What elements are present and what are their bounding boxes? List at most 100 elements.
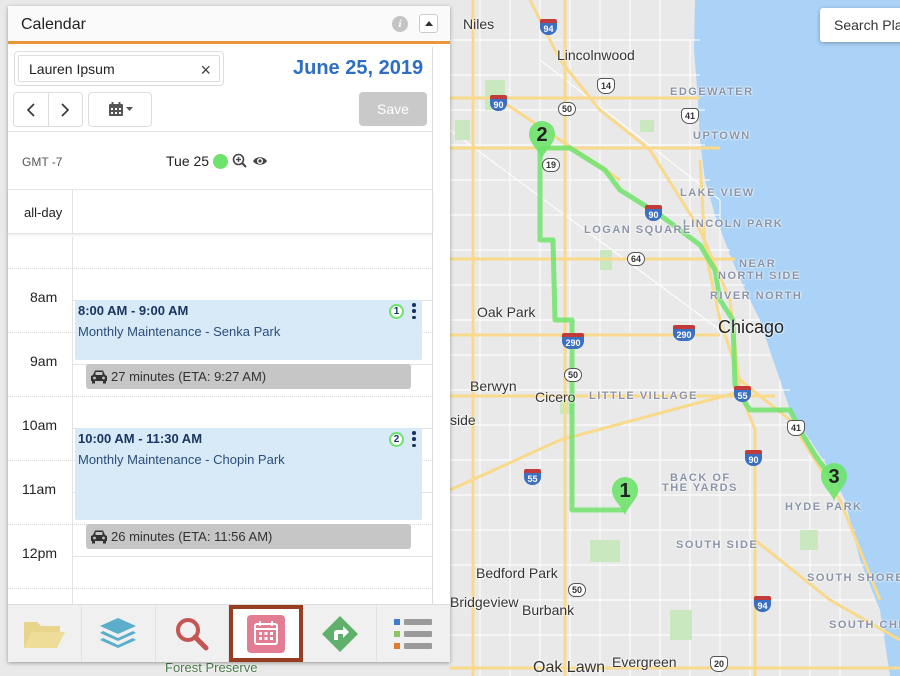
user-field[interactable]: Lauren Ipsum × (18, 55, 220, 82)
us-41-south-shield: 41 (787, 420, 805, 436)
date-picker-button[interactable] (88, 92, 152, 127)
interstate-55-east-shield: 55 (734, 386, 751, 402)
directions-icon (321, 615, 358, 652)
us-14-shield: 14 (597, 78, 615, 94)
map-pin-2[interactable]: 2 (527, 120, 557, 160)
interstate-94-south-shield: 94 (754, 596, 771, 612)
day-header: GMT -7 Tue 25 (8, 131, 433, 190)
map-label-logan-square: LOGAN SQUARE (584, 224, 692, 236)
hour-label-8am: 8am (30, 289, 58, 305)
day-column-header: Tue 25 (166, 153, 268, 169)
panel-header: Calendar i (8, 6, 450, 44)
panel-body: Lauren Ipsum × June 25, 2019 Save GMT -7 (8, 47, 433, 604)
map-label-south-chicago: SOUTH CHIC (829, 619, 900, 631)
panel-title: Calendar (21, 16, 86, 33)
us-41-shield: 41 (681, 108, 699, 124)
travel-time-block: 26 minutes (ETA: 11:56 AM) (86, 524, 411, 549)
event-order-badge: 1 (389, 304, 404, 319)
calendar-panel: Calendar i Lauren Ipsum × June 25, 2019 (8, 6, 450, 662)
route-50-shield: 50 (558, 102, 576, 116)
all-day-divider (72, 190, 73, 234)
previous-day-button[interactable] (14, 93, 48, 126)
interstate-90-shield: 90 (490, 95, 507, 111)
map-label-forest-preserve: Forest Preserve (165, 660, 258, 675)
user-lookup: Lauren Ipsum × (14, 51, 224, 86)
calendar-event[interactable]: 8:00 AM - 9:00 AM Monthly Maintenance - … (75, 300, 422, 360)
clear-icon[interactable]: × (200, 60, 211, 81)
map-label-chicago: Chicago (718, 317, 785, 337)
map-label-river-north: RIVER NORTH (710, 290, 803, 302)
interstate-290-east-shield: 290 (673, 325, 695, 341)
search-button[interactable] (156, 605, 230, 662)
map-pin-3[interactable]: 3 (819, 462, 849, 502)
map-label-bridgeview: Bridgeview (450, 594, 519, 610)
layers-button[interactable] (82, 605, 156, 662)
save-button[interactable]: Save (359, 92, 427, 126)
event-title: Monthly Maintenance - Senka Park (78, 324, 281, 339)
layers-icon (100, 617, 137, 648)
user-value: Lauren Ipsum (29, 60, 115, 77)
map-label-riverside: side (450, 412, 476, 428)
route-50-mid-shield: 50 (564, 368, 582, 382)
event-time: 8:00 AM - 9:00 AM (78, 303, 189, 318)
route-64-shield: 64 (627, 252, 645, 266)
car-icon (91, 530, 107, 544)
map-label-edgewater: EDGEWATER (670, 86, 754, 98)
map-label-south-shore: SOUTH SHORE (807, 572, 900, 584)
event-title: Monthly Maintenance - Chopin Park (78, 452, 285, 467)
map-label-evergreen: Evergreen (612, 654, 677, 670)
map-label-near: NEAR (739, 258, 777, 270)
next-day-button[interactable] (47, 93, 83, 126)
half-hour-line (8, 588, 433, 589)
map-label-lincoln-park: LINCOLN PARK (683, 218, 784, 230)
info-icon[interactable]: i (392, 16, 408, 32)
hour-label-10am: 10am (22, 417, 58, 433)
map-label-hyde-park: HYDE PARK (785, 501, 863, 513)
route-19-shield: 19 (542, 158, 560, 172)
interstate-90-south-shield: 90 (745, 450, 762, 466)
interstate-94-shield: 94 (540, 19, 557, 35)
map-label-uptown: UPTOWN (693, 130, 751, 142)
map-label-south-side: SOUTH SIDE (676, 539, 759, 551)
map-label-the-yards: THE YARDS (662, 482, 738, 494)
map-label-little-village: LITTLE VILLAGE (589, 390, 698, 402)
calendar-button[interactable] (229, 605, 304, 662)
grid-divider (72, 237, 73, 604)
bottom-toolbar (8, 604, 450, 662)
event-menu-icon[interactable] (412, 303, 416, 319)
us-20-shield: 20 (710, 656, 728, 672)
day-label: Tue 25 (166, 153, 210, 169)
map-label-oak-lawn: Oak Lawn (533, 659, 606, 676)
zoom-in-icon[interactable] (232, 153, 248, 169)
travel-time-text: 26 minutes (ETA: 11:56 AM) (111, 529, 273, 544)
timezone-label: GMT -7 (22, 155, 63, 169)
hour-label-12pm: 12pm (22, 545, 58, 561)
travel-time-text: 27 minutes (ETA: 9:27 AM) (111, 369, 267, 384)
minimize-panel-button[interactable] (419, 14, 438, 33)
all-day-label: all-day (24, 205, 63, 220)
date-title: June 25, 2019 (293, 57, 424, 79)
map-pin-1[interactable]: 1 (610, 476, 640, 516)
all-day-row[interactable]: all-day (8, 190, 433, 234)
map-label-north-side: NORTH SIDE (718, 270, 801, 282)
eye-icon[interactable] (252, 155, 268, 167)
route-segment-1 (537, 148, 625, 513)
status-dot-icon (213, 153, 229, 169)
hour-label-9am: 9am (30, 353, 58, 369)
chevron-right-icon (61, 102, 70, 117)
directions-button[interactable] (303, 605, 378, 662)
hour-line (72, 556, 433, 557)
time-grid[interactable]: 8am 9am 10am 11am 12pm 8:00 AM - 9:00 AM… (8, 237, 433, 604)
caret-down-icon (125, 107, 133, 111)
event-order-badge: 2 (389, 432, 404, 447)
hour-label-11am: 11am (22, 481, 56, 497)
map-label-bedford-park: Bedford Park (476, 565, 558, 581)
search-places-input[interactable]: Search Pla (820, 8, 900, 42)
map-label-burbank: Burbank (522, 602, 575, 618)
event-menu-icon[interactable] (412, 431, 416, 447)
calendar-event[interactable]: 10:00 AM - 11:30 AM Monthly Maintenance … (75, 428, 422, 520)
legend-button[interactable] (377, 605, 450, 662)
calendar-icon (246, 614, 285, 653)
map-label-lincolnwood: Lincolnwood (557, 47, 635, 63)
folder-button[interactable] (8, 605, 82, 662)
